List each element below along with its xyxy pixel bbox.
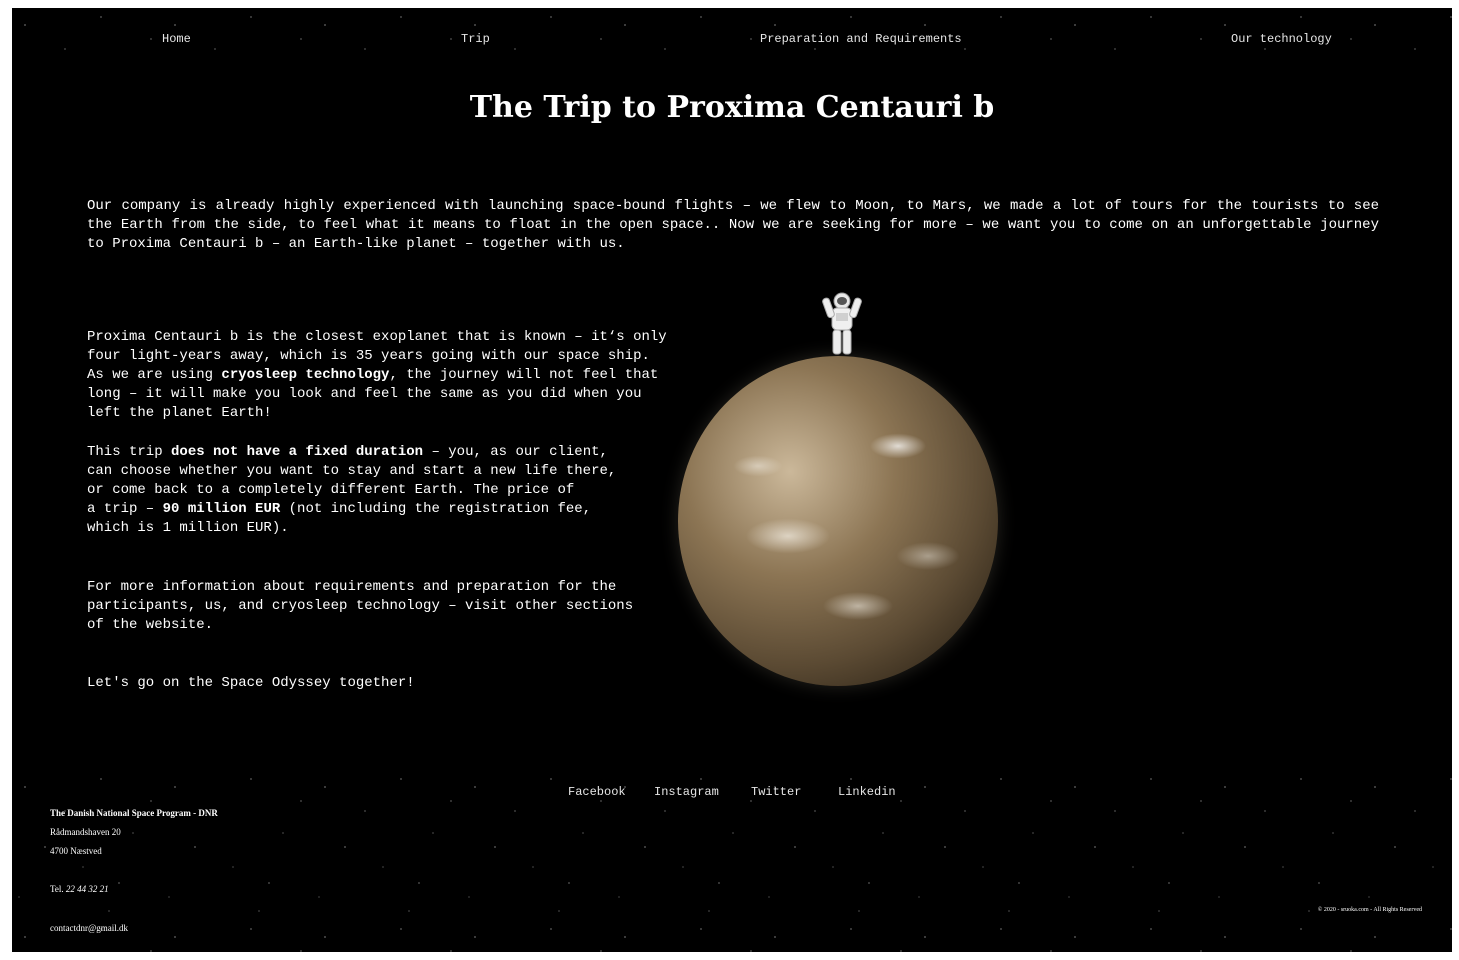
nav-home-link[interactable]: Home [162, 32, 191, 46]
proxima-paragraph: Proxima Centauri b is the closest exopla… [87, 329, 667, 421]
nav-technology-link[interactable]: Our technology [1231, 32, 1332, 46]
duration-paragraph: This trip does not have a fixed duration… [87, 444, 617, 536]
closing-paragraph: Let's go on the Space Odyssey together! [87, 675, 415, 691]
twitter-link[interactable]: Twitter [751, 785, 801, 799]
page-title: The Trip to Proxima Centauri b [469, 90, 995, 125]
intro-paragraph: Our company is already highly experience… [87, 198, 1379, 252]
copyright-text: © 2020 - sruoka.com - All Rights Reserve… [1317, 907, 1422, 913]
price-highlight: 90 million EUR [162, 501, 281, 517]
nav-trip-link[interactable]: Trip [461, 32, 490, 46]
planet-illustration [672, 290, 1012, 700]
organization-name: The Danish National Space Program - DNR [50, 808, 218, 818]
page-frame: Home Trip Preparation and Requirements O… [12, 8, 1452, 952]
linkedin-link[interactable]: Linkedin [838, 785, 896, 799]
phone-number: 22 44 32 21 [65, 884, 109, 894]
duration-highlight: does not have a fixed duration [171, 444, 424, 460]
facebook-link[interactable]: Facebook [568, 785, 626, 799]
planet-image [678, 356, 998, 686]
more-info-paragraph: For more information about requirements … [87, 579, 634, 633]
cryosleep-highlight: cryosleep technology [221, 367, 390, 383]
city-address: 4700 Næstved [50, 846, 102, 856]
main-content: The Trip to Proxima Centauri b Our compa… [12, 70, 1452, 770]
astronaut-icon [822, 292, 862, 355]
top-navigation: Home Trip Preparation and Requirements O… [12, 8, 1452, 70]
street-address: Rådmandshaven 20 [50, 827, 121, 837]
email-link[interactable]: contactdnr@gmail.dk [50, 923, 128, 933]
phone-line: Tel. 22 44 32 21 [50, 884, 109, 894]
footer: Facebook Instagram Twitter Linkedin The … [12, 770, 1452, 952]
nav-preparation-link[interactable]: Preparation and Requirements [760, 32, 962, 46]
instagram-link[interactable]: Instagram [654, 785, 719, 799]
